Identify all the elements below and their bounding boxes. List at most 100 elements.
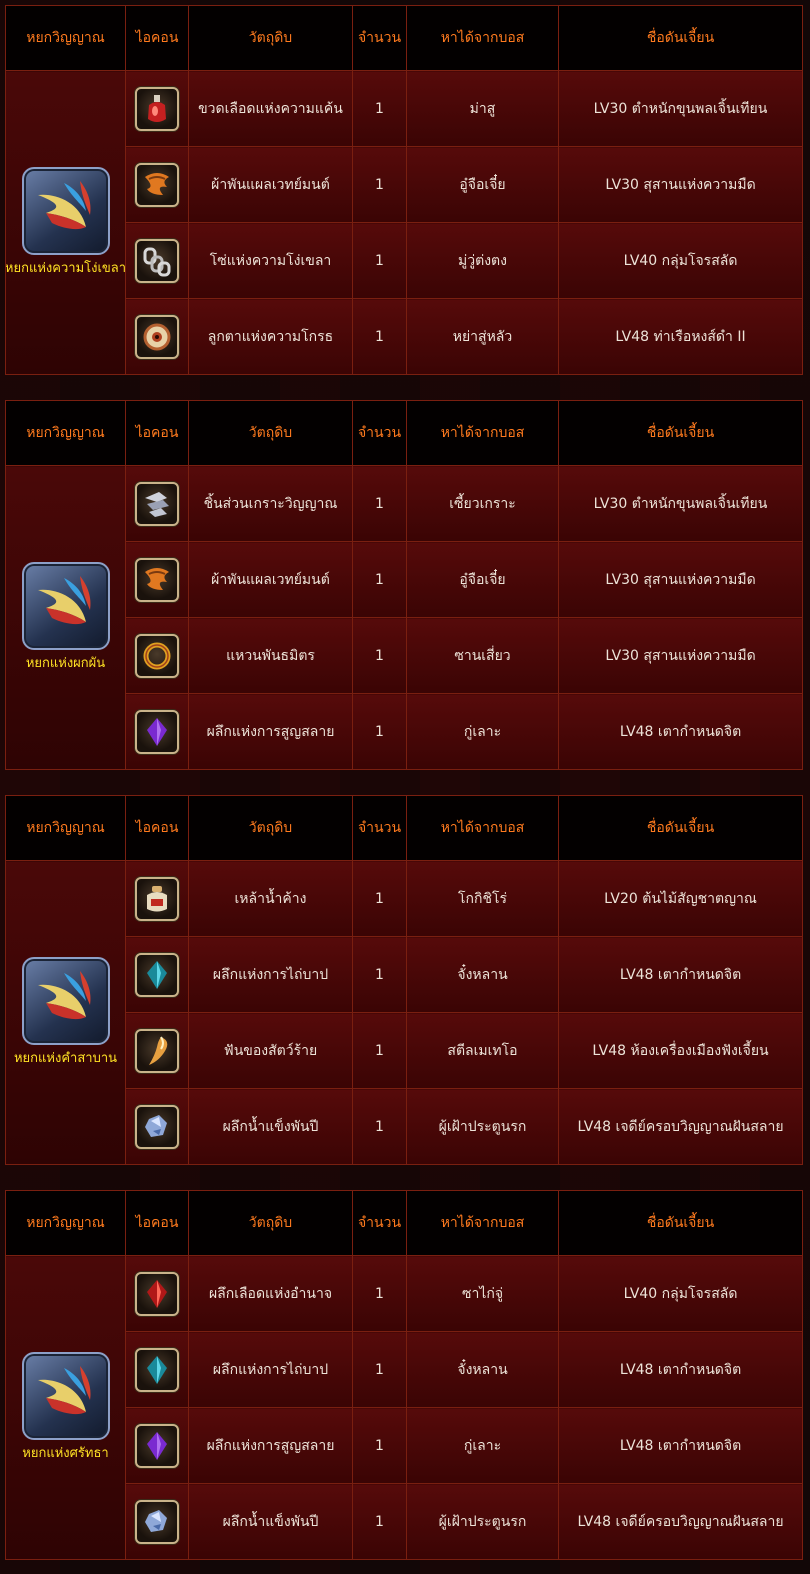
teal-crystal-icon xyxy=(135,1347,179,1392)
item-name: แหวนพันธมิตร xyxy=(188,617,353,694)
jade-table-3: หยกวิญญาณ ไอคอน วัตถุดิบ จำนวน หาได้จากบ… xyxy=(5,795,803,1165)
header-boss: หาได้จากบอส xyxy=(406,1190,559,1256)
item-name: เหล้าน้ำค้าง xyxy=(188,860,353,937)
jade-cell: หยกแห่งคำสาบาน xyxy=(5,860,126,1165)
item-icon-cell xyxy=(125,298,189,375)
teal-crystal-icon xyxy=(135,952,179,997)
item-qty: 1 xyxy=(352,298,407,375)
jade-cell: หยกแห่งความโง่เขลา xyxy=(5,70,126,375)
item-boss: จั๋งหลาน xyxy=(406,936,559,1013)
soul-jade-icon xyxy=(21,957,110,1045)
item-name: ผ้าพันแผลเวทย์มนต์ xyxy=(188,146,353,223)
item-boss: อู๋จือเจี๋ย xyxy=(406,146,559,223)
item-icon-cell xyxy=(125,465,189,542)
table-row: ผลึกแห่งการสูญสลาย 1 กู่เลาะ LV48 เตากำห… xyxy=(6,693,803,770)
item-icon-cell xyxy=(125,1407,189,1484)
item-qty: 1 xyxy=(352,541,407,618)
header-dungeon: ชื่อดันเจี้ยน xyxy=(558,5,803,71)
item-icon-cell xyxy=(125,1255,189,1332)
wine-jar-icon xyxy=(135,876,179,921)
item-name: ชิ้นส่วนเกราะวิญญาณ xyxy=(188,465,353,542)
item-qty: 1 xyxy=(352,70,407,147)
item-dungeon: LV48 ห้องเครื่องเมืองฟังเจี้ยน xyxy=(558,1012,803,1089)
table-row: ฟันของสัตว์ร้าย 1 สตีลเมเทโอ LV48 ห้องเค… xyxy=(6,1012,803,1089)
header-icon: ไอคอน xyxy=(125,5,189,71)
item-dungeon: LV30 สุสานแห่งความมืด xyxy=(558,617,803,694)
item-qty: 1 xyxy=(352,1088,407,1165)
ice-crystal-icon xyxy=(135,1104,179,1149)
jade-table-2: หยกวิญญาณ ไอคอน วัตถุดิบ จำนวน หาได้จากบ… xyxy=(5,400,803,770)
item-qty: 1 xyxy=(352,1255,407,1332)
header-dungeon: ชื่อดันเจี้ยน xyxy=(558,1190,803,1256)
item-dungeon: LV48 เตากำหนดจิต xyxy=(558,1407,803,1484)
table-row: ผลึกแห่งการไถ่บาป 1 จั๋งหลาน LV48 เตากำห… xyxy=(6,936,803,1013)
red-potion-bottle-icon xyxy=(135,86,179,131)
item-dungeon: LV48 เตากำหนดจิต xyxy=(558,693,803,770)
table-row: แหวนพันธมิตร 1 ซานเสี่ยว LV30 สุสานแห่งค… xyxy=(6,617,803,694)
header-material: วัตถุดิบ xyxy=(188,400,353,466)
item-name: ขวดเลือดแห่งความแค้น xyxy=(188,70,353,147)
jade-table-4: หยกวิญญาณ ไอคอน วัตถุดิบ จำนวน หาได้จากบ… xyxy=(5,1190,803,1560)
item-qty: 1 xyxy=(352,617,407,694)
table-row: ผลึกแห่งการไถ่บาป 1 จั๋งหลาน LV48 เตากำห… xyxy=(6,1331,803,1408)
item-icon-cell xyxy=(125,693,189,770)
item-qty: 1 xyxy=(352,465,407,542)
item-dungeon: LV40 กลุ่มโจรสลัด xyxy=(558,1255,803,1332)
item-qty: 1 xyxy=(352,693,407,770)
item-boss: หย่าสู่หลัว xyxy=(406,298,559,375)
item-qty: 1 xyxy=(352,860,407,937)
ice-crystal-icon xyxy=(135,1499,179,1544)
item-icon-cell xyxy=(125,70,189,147)
jade-name: หยกแห่งผกผัน xyxy=(25,656,106,671)
table-row: ผ้าพันแผลเวทย์มนต์ 1 อู๋จือเจี๋ย LV30 สุ… xyxy=(6,146,803,223)
item-boss: ซาไก่จู่ xyxy=(406,1255,559,1332)
item-name: ผลึกเลือดแห่งอำนาจ xyxy=(188,1255,353,1332)
item-dungeon: LV30 ตำหนักขุนพลเจิ้นเทียน xyxy=(558,465,803,542)
item-name: ผลึกแห่งการสูญสลาย xyxy=(188,1407,353,1484)
item-name: ฟันของสัตว์ร้าย xyxy=(188,1012,353,1089)
item-dungeon: LV48 เจดีย์ครอบวิญญาณฝันสลาย xyxy=(558,1483,803,1560)
table-header-row: หยกวิญญาณ ไอคอน วัตถุดิบ จำนวน หาได้จากบ… xyxy=(5,1190,803,1256)
purple-crystal-icon xyxy=(135,709,179,754)
table-header-row: หยกวิญญาณ ไอคอน วัตถุดิบ จำนวน หาได้จากบ… xyxy=(5,5,803,71)
item-icon-cell xyxy=(125,1331,189,1408)
table-row: ผลึกน้ำแข็งพันปี 1 ผู้เฝ้าประตูนรก LV48 … xyxy=(6,1483,803,1560)
item-icon-cell xyxy=(125,617,189,694)
item-boss: ผู้เฝ้าประตูนรก xyxy=(406,1088,559,1165)
item-qty: 1 xyxy=(352,936,407,1013)
header-material: วัตถุดิบ xyxy=(188,5,353,71)
table-row: หยกแห่งผกผัน ชิ้นส่วนเกราะวิญญาณ 1 เซี้ย… xyxy=(5,465,803,770)
header-jade: หยกวิญญาณ xyxy=(5,795,126,861)
item-dungeon: LV20 ต้นไม้สัญชาตญาณ xyxy=(558,860,803,937)
table-row: ผ้าพันแผลเวทย์มนต์ 1 อู๋จือเจี๋ย LV30 สุ… xyxy=(6,541,803,618)
soul-jade-icon xyxy=(21,167,110,255)
eyeball-orb-icon xyxy=(135,314,179,359)
item-boss: กู่เลาะ xyxy=(406,1407,559,1484)
table-row: หยกแห่งศรัทธา ผลึกเลือดแห่งอำนาจ 1 ซาไก่… xyxy=(5,1255,803,1560)
jade-name: หยกแห่งศรัทธา xyxy=(22,1446,109,1461)
jade-cell: หยกแห่งศรัทธา xyxy=(5,1255,126,1560)
item-dungeon: LV48 เตากำหนดจิต xyxy=(558,936,803,1013)
table-row: หยกแห่งความโง่เขลา ขวดเลือดแห่งความแค้น … xyxy=(5,70,803,375)
item-dungeon: LV30 ตำหนักขุนพลเจิ้นเทียน xyxy=(558,70,803,147)
item-icon-cell xyxy=(125,222,189,299)
jade-name: หยกแห่งความโง่เขลา xyxy=(5,261,126,276)
purple-crystal-icon xyxy=(135,1423,179,1468)
item-boss: อู๋จือเจี๋ย xyxy=(406,541,559,618)
item-icon-cell xyxy=(125,860,189,937)
header-qty: จำนวน xyxy=(352,5,407,71)
item-icon-cell xyxy=(125,541,189,618)
item-name: ผลึกแห่งการไถ่บาป xyxy=(188,936,353,1013)
item-name: ผลึกแห่งการไถ่บาป xyxy=(188,1331,353,1408)
header-qty: จำนวน xyxy=(352,1190,407,1256)
header-dungeon: ชื่อดันเจี้ยน xyxy=(558,795,803,861)
item-icon-cell xyxy=(125,1483,189,1560)
soul-jade-icon xyxy=(21,1352,110,1440)
item-dungeon: LV48 เจดีย์ครอบวิญญาณฝันสลาย xyxy=(558,1088,803,1165)
item-name: ลูกตาแห่งความโกรธ xyxy=(188,298,353,375)
chain-link-icon xyxy=(135,238,179,283)
item-dungeon: LV30 สุสานแห่งความมืด xyxy=(558,541,803,618)
table-row: ผลึกแห่งการสูญสลาย 1 กู่เลาะ LV48 เตากำห… xyxy=(6,1407,803,1484)
item-icon-cell xyxy=(125,936,189,1013)
header-boss: หาได้จากบอส xyxy=(406,400,559,466)
